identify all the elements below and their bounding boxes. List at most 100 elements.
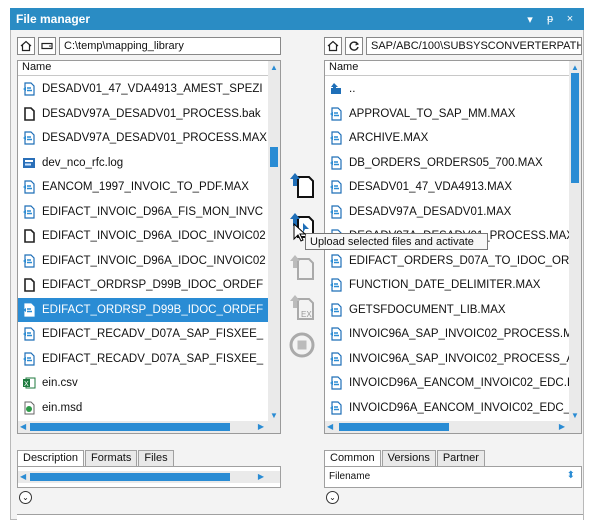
list-item[interactable]: DESADV01_47_VDA4913_AMEST_SPEZI: [18, 77, 268, 102]
left-hscroll-thumb[interactable]: [30, 423, 230, 431]
list-item[interactable]: ein.msd: [18, 396, 268, 421]
home-icon: [327, 40, 339, 52]
file-name-label: DESADV01_47_VDA4913_AMEST_SPEZI: [42, 83, 263, 96]
file-name-label: EDIFACT_RECADV_D07A_SAP_FISXEE_: [42, 328, 264, 341]
map-file-icon: [22, 254, 42, 268]
map-file-icon: [329, 401, 349, 415]
right-expand-button[interactable]: ⌄: [326, 491, 339, 504]
map-file-icon: [329, 376, 349, 390]
file-name-label: INVOIC96A_SAP_INVOIC02_PROCESS_A: [349, 352, 569, 365]
left-detail-tabs: Description Formats Files: [17, 450, 175, 466]
list-item[interactable]: EDIFACT_RECADV_D07A_SAP_FISXEE_: [18, 322, 268, 347]
detail-hscroll-thumb[interactable]: [30, 473, 230, 481]
refresh-button[interactable]: [345, 37, 363, 55]
left-vertical-scrollbar[interactable]: ▲ ▼: [268, 61, 280, 421]
tab-common[interactable]: Common: [324, 450, 381, 466]
tab-files[interactable]: Files: [138, 450, 174, 466]
right-path-input[interactable]: SAP/ABC/100\SUBSYSCONVERTERPATH: [366, 37, 582, 55]
svg-text:EX: EX: [301, 310, 312, 319]
scroll-right-icon[interactable]: ▶: [258, 472, 264, 481]
list-item[interactable]: dev_nco_rfc.log: [18, 151, 268, 176]
excel-file-icon: X: [22, 376, 42, 390]
pin-button[interactable]: ᵽ: [542, 13, 558, 25]
scroll-down-icon[interactable]: ▼: [571, 411, 579, 420]
list-item[interactable]: ..: [325, 77, 569, 102]
left-path-input[interactable]: C:\temp\mapping_library: [59, 37, 281, 55]
close-button[interactable]: ×: [562, 13, 578, 25]
file-name-label: DESADV97A_DESADV01_PROCESS.MAX: [42, 132, 267, 145]
right-name-column-header[interactable]: Name: [325, 61, 581, 76]
detail-horizontal-scrollbar[interactable]: ◀ ▶: [18, 471, 280, 483]
tab-description[interactable]: Description: [17, 450, 85, 466]
scroll-left-icon[interactable]: ◀: [327, 422, 333, 431]
drive-button[interactable]: [38, 37, 56, 55]
scroll-up-icon[interactable]: ▲: [270, 63, 278, 72]
scroll-down-icon[interactable]: ▼: [270, 411, 278, 420]
transfer-button-column: EX: [284, 30, 320, 490]
filename-column-header[interactable]: Filename: [329, 471, 370, 482]
map-file-icon: [329, 352, 349, 366]
tab-formats[interactable]: Formats: [85, 450, 138, 466]
scroll-right-icon[interactable]: ▶: [258, 422, 264, 431]
scroll-left-icon[interactable]: ◀: [20, 422, 26, 431]
file-name-label: EDIFACT_RECADV_D07A_SAP_FISXEE_: [42, 352, 264, 365]
tab-versions[interactable]: Versions: [381, 450, 436, 466]
map-file-icon: [329, 205, 349, 219]
list-item[interactable]: INVOICD96A_EANCOM_INVOIC02_EDC.I: [325, 371, 569, 396]
scroll-right-icon[interactable]: ▶: [559, 422, 565, 431]
list-item[interactable]: GETSFDOCUMENT_LIB.MAX: [325, 298, 569, 323]
right-horizontal-scrollbar[interactable]: ◀ ▶: [325, 421, 581, 433]
list-item[interactable]: Xein.csv: [18, 371, 268, 396]
list-item[interactable]: EDIFACT_INVOIC_D96A_IDOC_INVOIC02: [18, 249, 268, 274]
dropdown-menu-button[interactable]: ▾: [522, 13, 538, 26]
list-item[interactable]: DESADV97A_DESADV01_PROCESS.bak: [18, 102, 268, 127]
file-name-label: DESADV01_47_VDA4913.MAX: [349, 181, 513, 194]
activate-button[interactable]: [288, 252, 316, 282]
list-item[interactable]: EDIFACT_INVOIC_D96A_IDOC_INVOIC02: [18, 224, 268, 249]
left-detail-panel: ◀ ▶: [17, 466, 281, 488]
map-file-icon: [22, 205, 42, 219]
sap-home-button[interactable]: [324, 37, 342, 55]
list-item[interactable]: DESADV97A_DESADV01.MAX: [325, 200, 569, 225]
description-area[interactable]: [17, 514, 583, 523]
left-vscroll-thumb[interactable]: [270, 147, 278, 167]
right-vscroll-thumb[interactable]: [571, 73, 579, 183]
list-item[interactable]: DESADV97A_DESADV01_PROCESS.MAX: [18, 126, 268, 151]
right-hscroll-thumb[interactable]: [339, 423, 449, 431]
list-item[interactable]: APPROVAL_TO_SAP_MM.MAX: [325, 102, 569, 127]
upload-extended-button[interactable]: EX: [288, 292, 316, 322]
list-item[interactable]: EDIFACT_INVOIC_D96A_FIS_MON_INVC: [18, 200, 268, 225]
doc-file-icon: [22, 106, 42, 121]
file-name-label: EDIFACT_ORDRSP_D99B_IDOC_ORDEF: [42, 303, 264, 316]
file-name-label: INVOICD96A_EANCOM_INVOIC02_EDC.I: [349, 377, 569, 390]
right-vertical-scrollbar[interactable]: ▲ ▼: [569, 61, 581, 421]
list-item[interactable]: FUNCTION_DATE_DELIMITER.MAX: [325, 273, 569, 298]
list-item[interactable]: INVOIC96A_SAP_INVOIC02_PROCESS.M: [325, 322, 569, 347]
sort-icon[interactable]: ⬍: [567, 470, 575, 481]
list-item[interactable]: ARCHIVE.MAX: [325, 126, 569, 151]
stop-button[interactable]: [288, 330, 316, 360]
file-name-label: DB_ORDERS_ORDERS05_700.MAX: [349, 156, 543, 169]
upload-tooltip: Upload selected files and activate: [305, 233, 488, 250]
tab-partner[interactable]: Partner: [436, 450, 485, 466]
list-item[interactable]: DESADV01_47_VDA4913.MAX: [325, 175, 569, 200]
list-item[interactable]: EANCOM_1997_INVOIC_TO_PDF.MAX: [18, 175, 268, 200]
list-item[interactable]: INVOICD96A_EANCOM_INVOIC02_EDC_: [325, 396, 569, 421]
left-expand-button[interactable]: ⌄: [19, 491, 32, 504]
scroll-left-icon[interactable]: ◀: [20, 472, 26, 481]
map-file-icon: [329, 254, 349, 268]
list-item[interactable]: INVOIC96A_SAP_INVOIC02_PROCESS_A: [325, 347, 569, 372]
svg-text:X: X: [24, 381, 29, 388]
left-horizontal-scrollbar[interactable]: ◀ ▶: [18, 421, 280, 433]
list-item[interactable]: EDIFACT_ORDERS_D07A_TO_IDOC_OR: [325, 249, 569, 274]
left-name-column-header[interactable]: Name: [18, 61, 280, 76]
upload-button[interactable]: [288, 170, 316, 200]
home-button[interactable]: [17, 37, 35, 55]
scroll-up-icon[interactable]: ▲: [571, 63, 579, 72]
list-item[interactable]: EDIFACT_RECADV_D07A_SAP_FISXEE_: [18, 347, 268, 372]
list-item[interactable]: EDIFACT_ORDRSP_D99B_IDOC_ORDEF: [18, 297, 268, 322]
file-name-label: EDIFACT_INVOIC_D96A_IDOC_INVOIC02: [42, 230, 266, 243]
list-item[interactable]: DB_ORDERS_ORDERS05_700.MAX: [325, 151, 569, 176]
list-item[interactable]: EDIFACT_ORDRSP_D99B_IDOC_ORDEF: [18, 273, 268, 298]
file-name-label: dev_nco_rfc.log: [42, 156, 124, 169]
